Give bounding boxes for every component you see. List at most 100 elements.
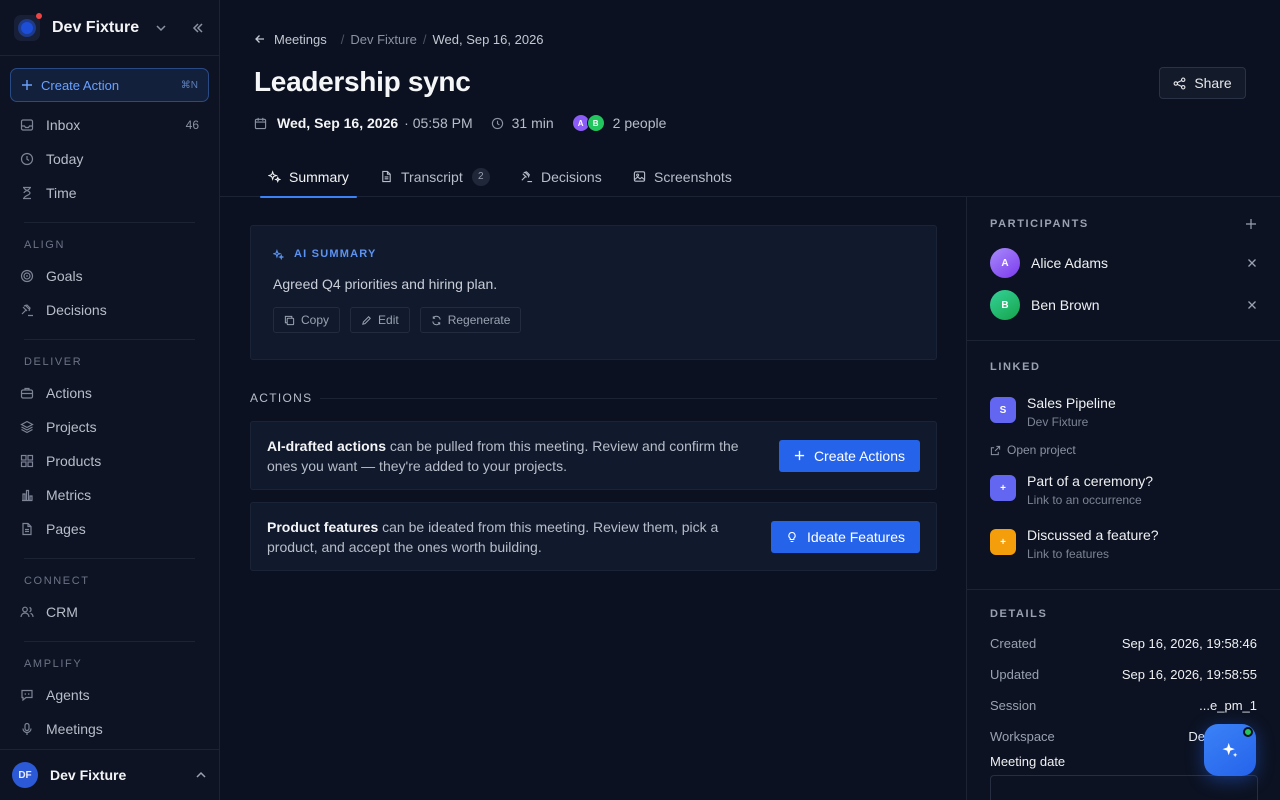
detail-key: Workspace [990,729,1055,744]
sidebar-item-label: Products [46,453,102,469]
sidebar-item-label: Today [46,151,84,167]
summary-content: AI SUMMARY Agreed Q4 priorities and hiri… [250,225,937,571]
edit-label: Edit [378,313,399,327]
sidebar-item-metrics[interactable]: Metrics [0,478,219,512]
copy-button[interactable]: Copy [273,307,341,333]
workspace-header[interactable]: Dev Fixture [0,0,219,56]
section-connect: CONNECT [24,575,90,587]
sidebar-item-today[interactable]: Today [0,142,219,176]
tab-summary[interactable]: Summary [260,156,357,198]
ideate-features-label: Ideate Features [806,528,905,545]
meeting-meta: Wed, Sep 16, 2026 · 05:58 PM 31 min A B … [254,112,666,134]
copy-icon [284,315,295,326]
linked-project[interactable]: S Sales Pipeline Dev Fixture [990,395,1257,429]
transcript-count-badge: 2 [471,167,490,186]
lightbulb-icon [786,531,798,543]
details-title: DETAILS [990,608,1048,620]
avatar: A [990,248,1020,278]
regenerate-button[interactable]: Regenerate [419,307,522,333]
sparkle-icon [1221,741,1239,759]
remove-participant-icon[interactable] [1247,258,1257,268]
breadcrumb-workspace[interactable]: Dev Fixture [350,32,416,47]
sidebar-item-goals[interactable]: Goals [0,259,219,293]
tab-transcript[interactable]: Transcript 2 [380,156,490,197]
ai-assistant-button[interactable] [1204,724,1256,776]
ai-summary-actions: Copy Edit Regenerate [273,307,914,333]
sidebar-item-projects[interactable]: Projects [0,410,219,444]
create-action-button[interactable]: Create Action ⌘N [10,68,209,102]
remove-participant-icon[interactable] [1247,300,1257,310]
tab-decisions[interactable]: Decisions [520,156,602,197]
sidebar-item-products[interactable]: Products [0,444,219,478]
divider [24,558,195,559]
sidebar-item-pages[interactable]: Pages [0,512,219,546]
bar-chart-icon [20,488,34,502]
plus-icon: + [990,529,1016,555]
ai-summary-text: Agreed Q4 priorities and hiring plan. [273,276,498,292]
microphone-icon [20,722,34,736]
tab-bar: Summary Transcript 2 Decisions Screensho… [220,156,1280,198]
gavel-icon [20,303,34,317]
workspace-logo [14,12,42,41]
create-actions-button[interactable]: Create Actions [778,439,920,472]
ideate-features-button[interactable]: Ideate Features [770,520,920,553]
detail-value: ...e_pm_1 [1199,698,1257,713]
avatar: B [586,114,605,132]
share-button[interactable]: Share [1159,67,1246,99]
sidebar-item-label: CRM [46,604,78,620]
detail-row: Session ...e_pm_1 [990,690,1257,721]
sparkle-icon [273,248,284,260]
actions-section-heading: ACTIONS [250,390,937,406]
chevron-down-icon[interactable] [155,22,167,34]
sidebar-item-actions[interactable]: Actions [0,376,219,410]
link-feature-sub: Link to features [1027,547,1110,561]
meeting-date: Wed, Sep 16, 2026 [277,115,399,131]
add-participant-icon[interactable] [1245,218,1257,230]
sidebar-item-inbox[interactable]: Inbox 46 [0,108,219,142]
chevron-up-icon [195,769,207,781]
collapse-sidebar-icon[interactable] [191,21,205,35]
detail-value: Sep 16, 2026, 19:58:55 [1121,667,1257,682]
back-to-meetings-link[interactable]: Meetings [254,32,327,47]
sidebar-item-agents[interactable]: Agents [0,678,219,712]
hourglass-icon [20,186,34,200]
link-ceremony[interactable]: + Part of a ceremony? Link to an occurre… [990,473,1257,507]
sidebar-item-time[interactable]: Time [0,176,219,210]
create-action-label: Create Action [41,77,120,93]
project-badge: S [990,397,1016,423]
people-count: 2 people [612,115,667,131]
breadcrumb-back-label: Meetings [274,31,327,47]
sidebar-item-decisions[interactable]: Decisions [0,293,219,327]
account-name: Dev Fixture [50,767,127,783]
meeting-date-input[interactable] [990,775,1258,800]
sidebar-item-label: Pages [46,521,86,537]
ai-summary-heading: AI SUMMARY [273,248,914,260]
detail-row: Updated Sep 16, 2026, 19:58:55 [990,659,1257,690]
open-project-link[interactable]: Open project [990,443,1257,457]
page-title: Leadership sync [254,66,471,97]
participants-section: PARTICIPANTS A Alice Adams B Ben Brown [967,197,1280,326]
create-action-shortcut: ⌘N [180,79,198,91]
participant-avatars[interactable]: A B [571,114,605,132]
tab-screenshots[interactable]: Screenshots [633,156,732,197]
detail-key: Updated [990,667,1040,682]
open-project-label: Open project [1007,443,1076,457]
sidebar-item-label: Actions [46,385,92,401]
tab-label: Summary [289,168,349,185]
avatar: B [990,290,1020,320]
sidebar-item-label: Projects [46,419,97,435]
file-icon [20,522,34,536]
chat-bot-icon [20,688,34,702]
sidebar-item-meetings[interactable]: Meetings [0,712,219,746]
linked-project-name: Sales Pipeline [1027,395,1116,411]
gavel-icon [520,170,533,183]
link-feature[interactable]: + Discussed a feature? Link to features [990,527,1257,561]
divider [24,641,195,642]
participants-title: PARTICIPANTS [990,218,1089,230]
ai-actions-description: AI-drafted actions can be pulled from th… [267,436,779,476]
account-switcher[interactable]: DF Dev Fixture [0,749,219,800]
sidebar-item-crm[interactable]: CRM [0,595,219,629]
edit-button[interactable]: Edit [350,307,410,333]
participant-name: Ben Brown [1031,297,1100,313]
ai-summary-title: AI SUMMARY [294,248,377,260]
